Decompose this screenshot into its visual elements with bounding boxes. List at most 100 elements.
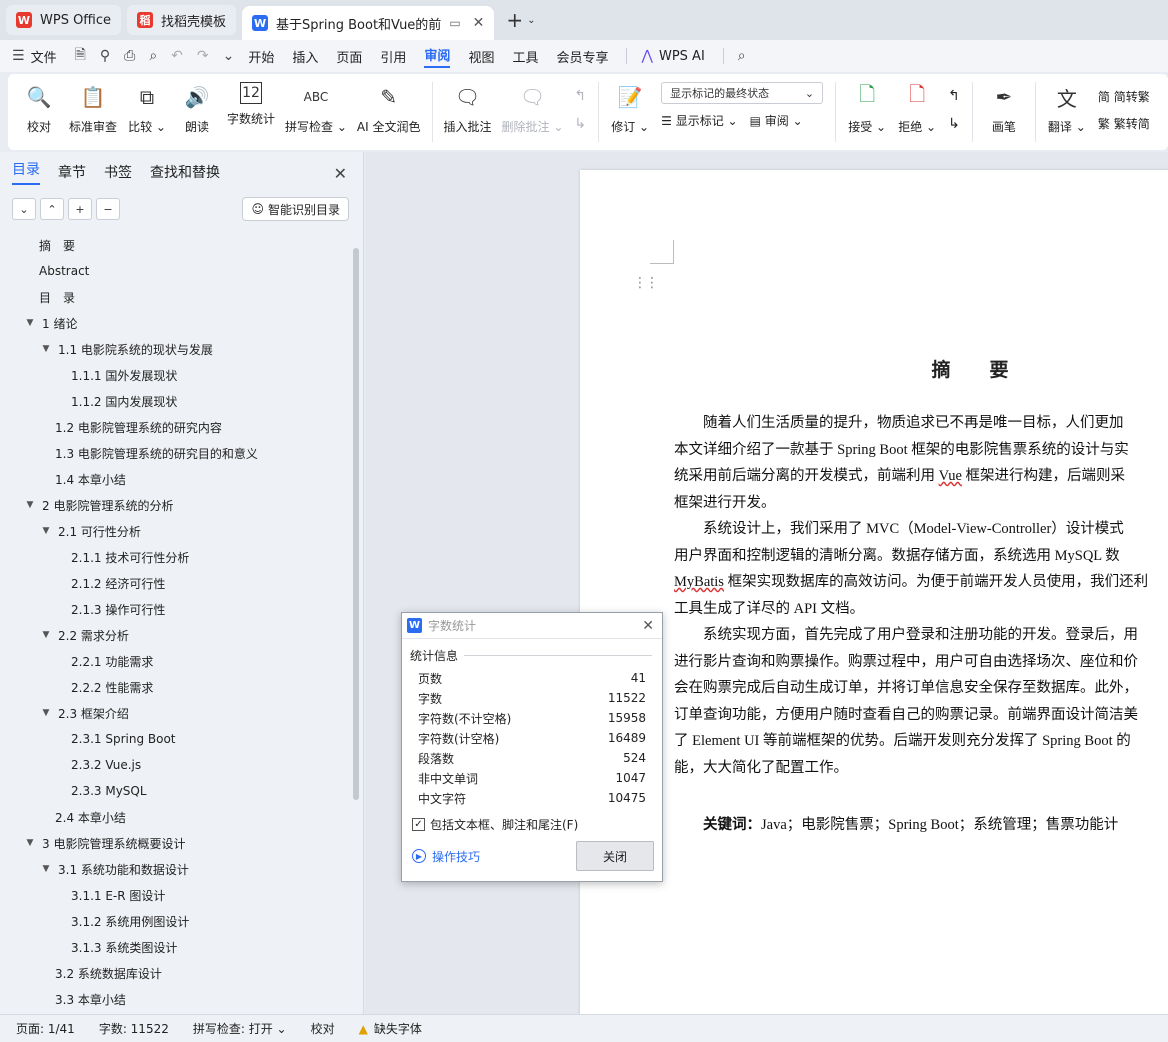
tab-bookmark[interactable]: 书签 [104, 162, 132, 182]
read-aloud-button[interactable]: 🔊 朗读 [177, 82, 217, 135]
pen-button[interactable]: ✒ 画笔 [984, 82, 1024, 135]
expand-arrow-icon[interactable]: ▼ [40, 864, 52, 874]
page-indicator[interactable]: 页面: 1/41 [16, 1020, 75, 1037]
search-icon[interactable]: ⌕ [738, 48, 746, 64]
tab-wps-office[interactable]: W WPS Office [6, 5, 122, 35]
collapse-up-icon[interactable]: ⌃ [40, 198, 64, 220]
toc-item[interactable]: 2.3.2 Vue.js [0, 752, 363, 778]
close-icon[interactable]: ✕ [642, 618, 654, 634]
expand-arrow-icon[interactable]: ▼ [24, 500, 36, 510]
toc-item[interactable]: 1.1.1 国外发展现状 [0, 362, 363, 388]
save-icon[interactable]: 🗎 [75, 44, 86, 68]
menu-home[interactable]: 开始 [248, 47, 274, 66]
remove-icon[interactable]: − [96, 198, 120, 220]
redo-icon[interactable]: ↷ [197, 48, 209, 64]
toc-item[interactable]: ▼ 3 电影院管理系统概要设计 [0, 830, 363, 856]
delete-comment-button[interactable]: 🗨 删除批注 ⌄ [502, 82, 564, 135]
insert-comment-button[interactable]: 🗨 插入批注 [444, 82, 492, 135]
toc-item[interactable]: 2.2.2 性能需求 [0, 674, 363, 700]
review-pane-button[interactable]: ▤ 审阅 ⌄ [750, 112, 803, 129]
expand-arrow-icon[interactable]: ▼ [24, 318, 36, 328]
expand-down-icon[interactable]: ⌄ [12, 198, 36, 220]
include-textbox-checkbox[interactable]: ✓ 包括文本框、脚注和尾注(F) [402, 816, 662, 833]
toc-item[interactable]: ▼ 1.1 电影院系统的现状与发展 [0, 336, 363, 362]
tab-template[interactable]: 稻 找稻壳模板 [127, 5, 237, 35]
spell-check-button[interactable]: ABC 拼写检查 ⌄ [285, 82, 347, 135]
toc-item[interactable]: 3.1.2 系统用例图设计 [0, 908, 363, 934]
to-traditional-button[interactable]: 简 简转繁 [1098, 88, 1150, 105]
toc-item[interactable]: ▼ 2 电影院管理系统的分析 [0, 492, 363, 518]
toc-item[interactable]: 目 录 [0, 284, 363, 310]
toc-item[interactable]: 1.2 电影院管理系统的研究内容 [0, 414, 363, 440]
toc-item[interactable]: ▼ 2.2 需求分析 [0, 622, 363, 648]
word-count-indicator[interactable]: 字数: 11522 [99, 1020, 169, 1037]
prev-comment-icon[interactable]: ↰ [574, 88, 586, 104]
toc-item[interactable]: 2.3.3 MySQL [0, 778, 363, 804]
menu-page[interactable]: 页面 [336, 47, 362, 66]
reject-button[interactable]: 🗋 拒绝 ⌄ [897, 82, 937, 135]
toc-item[interactable]: 2.1.2 经济可行性 [0, 570, 363, 596]
hamburger-icon[interactable]: ☰ [12, 48, 25, 64]
toc-item[interactable]: 2.3.1 Spring Boot [0, 726, 363, 752]
tab-toc[interactable]: 目录 [12, 159, 40, 185]
proof-button[interactable]: 🔍 校对 [19, 82, 59, 135]
toc-item[interactable]: 3.3 本章小结 [0, 986, 363, 1012]
menu-view[interactable]: 视图 [468, 47, 494, 66]
new-tab-icon[interactable]: + [506, 8, 523, 32]
toc-item[interactable]: 3.1.3 系统类图设计 [0, 934, 363, 960]
link-icon[interactable]: ⚲ [100, 48, 110, 64]
spell-check-indicator[interactable]: 拼写检查: 打开 ⌄ [193, 1020, 287, 1037]
monitor-icon[interactable]: ▭ [449, 16, 460, 30]
print-icon[interactable]: ⎙ [124, 48, 135, 64]
tips-link[interactable]: ▶ 操作技巧 [412, 848, 480, 865]
toc-item[interactable]: 1.3 电影院管理系统的研究目的和意义 [0, 440, 363, 466]
drag-handle-icon[interactable]: ⋮⋮ [633, 275, 659, 291]
close-button[interactable]: 关闭 [576, 841, 654, 871]
ai-polish-button[interactable]: ✎ AI 全文润色 [357, 82, 421, 135]
toc-item[interactable]: 3.1.1 E-R 图设计 [0, 882, 363, 908]
expand-arrow-icon[interactable]: ▼ [40, 708, 52, 718]
toc-item[interactable]: ▼ 3.1 系统功能和数据设计 [0, 856, 363, 882]
tab-chapter[interactable]: 章节 [58, 162, 86, 182]
smart-toc-button[interactable]: ☺ 智能识别目录 [242, 197, 349, 221]
menu-insert[interactable]: 插入 [292, 47, 318, 66]
toc-item[interactable]: ▼ 1 绪论 [0, 310, 363, 336]
translate-button[interactable]: 文翻译 ⌄ [1047, 82, 1087, 135]
toc-item[interactable]: 2.1.1 技术可行性分析 [0, 544, 363, 570]
revise-button[interactable]: 📝 修订 ⌄ [610, 82, 650, 135]
to-simplified-button[interactable]: 繁 繁转简 [1098, 115, 1150, 132]
tab-find-replace[interactable]: 查找和替换 [150, 162, 220, 182]
word-count-button[interactable]: 12 字数统计 [227, 82, 275, 127]
expand-arrow-icon[interactable]: ▼ [40, 630, 52, 640]
toc-item[interactable]: ▼ 2.3 框架介绍 [0, 700, 363, 726]
menu-tools[interactable]: 工具 [512, 47, 538, 66]
chevron-down-icon[interactable]: ⌄ [527, 15, 535, 26]
scrollbar[interactable] [353, 248, 359, 800]
menu-wps-ai[interactable]: WPS AI [659, 49, 705, 64]
close-tab-icon[interactable]: ✕ [473, 15, 485, 31]
menu-member[interactable]: 会员专享 [556, 47, 608, 66]
show-markup-button[interactable]: ☰ 显示标记 ⌄ [661, 112, 737, 129]
markup-state-select[interactable]: 显示标记的最终状态 ⌄ [661, 82, 824, 104]
toc-item[interactable]: 2.4 本章小结 [0, 804, 363, 830]
tab-document[interactable]: W 基于Spring Boot和Vue的前 ▭ ✕ [242, 6, 495, 40]
menu-review[interactable]: 审阅 [424, 45, 451, 68]
prev-revision-icon[interactable]: ↰ [948, 88, 960, 104]
toc-item[interactable]: 摘 要 [0, 232, 363, 258]
menu-file[interactable]: 文件 [31, 47, 57, 66]
accept-button[interactable]: 🗋 接受 ⌄ [847, 82, 887, 135]
print-preview-icon[interactable]: ⌕ [149, 48, 157, 64]
missing-font-indicator[interactable]: 缺失字体 [374, 1020, 422, 1037]
toc-item[interactable]: 1.1.2 国内发展现状 [0, 388, 363, 414]
expand-arrow-icon[interactable]: ▼ [40, 344, 52, 354]
toc-item[interactable]: 3.2 系统数据库设计 [0, 960, 363, 986]
toc-item[interactable]: Abstract [0, 258, 363, 284]
proof-indicator[interactable]: 校对 [311, 1020, 335, 1037]
toc-item[interactable]: 1.4 本章小结 [0, 466, 363, 492]
next-comment-icon[interactable]: ↳ [574, 116, 586, 132]
chevron-down-icon[interactable]: ⌄ [223, 48, 235, 64]
next-revision-icon[interactable]: ↳ [948, 116, 960, 132]
close-icon[interactable]: ✕ [334, 164, 347, 183]
compare-button[interactable]: ⧉ 比较 ⌄ [127, 82, 167, 135]
expand-arrow-icon[interactable]: ▼ [24, 838, 36, 848]
